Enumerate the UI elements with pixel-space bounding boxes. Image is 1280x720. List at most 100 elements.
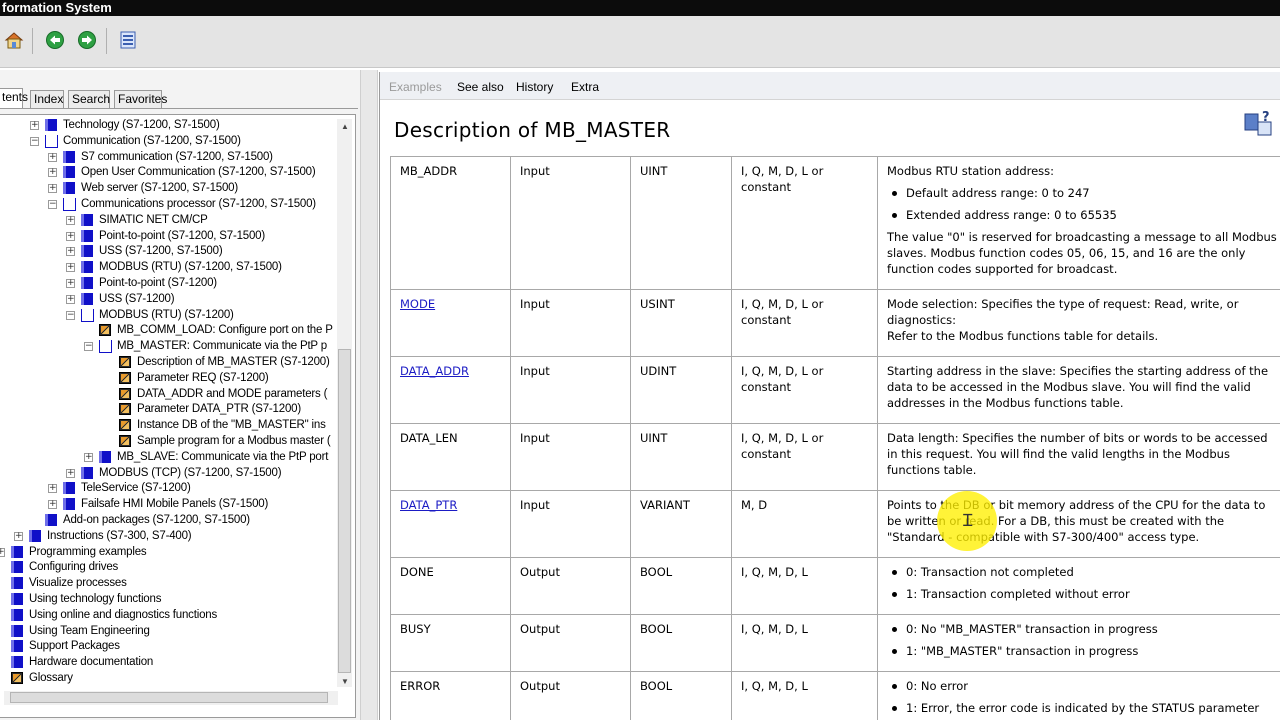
expand-icon[interactable]: + xyxy=(14,531,23,541)
collapse-icon[interactable]: − xyxy=(30,136,39,146)
scroll-up-icon[interactable]: ▲ xyxy=(341,122,349,131)
tree-item[interactable]: Using technology functions xyxy=(0,591,336,607)
tree-item[interactable]: + Programming examples xyxy=(0,544,336,560)
expand-icon[interactable]: + xyxy=(0,547,5,557)
tree-item[interactable]: + Web server (S7-1200, S7-1500) xyxy=(0,180,336,196)
collapse-icon[interactable]: − xyxy=(66,310,75,320)
tree-item[interactable]: + MB_SLAVE: Communicate via the PtP port xyxy=(0,449,336,465)
expand-icon[interactable]: + xyxy=(66,263,75,273)
data-type-cell: USINT xyxy=(630,290,731,356)
tab-extra[interactable]: Extra xyxy=(571,80,599,94)
tree-item[interactable]: Parameter DATA_PTR (S7-1200) xyxy=(0,401,336,417)
tree-item[interactable]: Add-on packages (S7-1200, S7-1500) xyxy=(0,512,336,528)
expand-icon[interactable]: + xyxy=(48,484,57,494)
tree-item[interactable]: Support Packages xyxy=(0,638,336,654)
param-name-link[interactable]: DATA_PTR xyxy=(400,498,457,512)
tree-item-label: Using Team Engineering xyxy=(29,624,150,637)
tree-item[interactable]: DATA_ADDR and MODE parameters ( xyxy=(0,386,336,402)
description-cell: Mode selection: Specifies the type of re… xyxy=(877,290,1280,356)
tree-item[interactable]: − MODBUS (RTU) (S7-1200) xyxy=(0,307,336,323)
book-icon xyxy=(11,593,23,605)
description-text: Starting address in the slave: Specifies… xyxy=(887,364,1269,410)
param-name-link[interactable]: DATA_ADDR xyxy=(400,364,469,378)
tree-item[interactable]: Instance DB of the "MB_MASTER" ins xyxy=(0,417,336,433)
tree-item[interactable]: − MB_MASTER: Communicate via the PtP p xyxy=(0,338,336,354)
tree-item[interactable]: + USS (S7-1200) xyxy=(0,291,336,307)
tree-item[interactable]: + Failsafe HMI Mobile Panels (S7-1500) xyxy=(0,496,336,512)
expand-icon[interactable]: + xyxy=(66,215,75,225)
home-button[interactable] xyxy=(3,29,25,51)
print-button[interactable] xyxy=(117,29,139,51)
document-tabs: Examples See also History Extra xyxy=(380,72,1280,100)
tree-item-label: Add-on packages (S7-1200, S7-1500) xyxy=(63,514,250,526)
expand-icon[interactable]: + xyxy=(30,121,39,130)
scroll-down-icon[interactable]: ▼ xyxy=(341,677,349,686)
tree-item-label: Parameter REQ (S7-1200) xyxy=(137,371,269,384)
tree-item-label: Sample program for a Modbus master ( xyxy=(137,435,331,447)
tree-item[interactable]: + MODBUS (RTU) (S7-1200, S7-1500) xyxy=(0,259,336,275)
expand-icon[interactable]: + xyxy=(66,231,75,241)
list-item: 1: Transaction completed without error xyxy=(887,586,1280,602)
tab-contents[interactable]: tents xyxy=(0,88,28,108)
tree-item[interactable]: + SIMATIC NET CM/CP xyxy=(0,212,336,228)
expand-icon[interactable]: + xyxy=(66,247,75,257)
param-name-link[interactable]: MODE xyxy=(400,297,435,311)
tree-item[interactable]: + Point-to-point (S7-1200, S7-1500) xyxy=(0,228,336,244)
tab-history[interactable]: History xyxy=(516,80,553,94)
tree-horizontal-scroll-thumb[interactable] xyxy=(10,692,328,703)
tab-examples[interactable]: Examples xyxy=(389,80,442,94)
book-icon xyxy=(45,119,57,131)
tree-item[interactable]: + Point-to-point (S7-1200) xyxy=(0,275,336,291)
print-icon xyxy=(120,31,136,49)
expand-icon[interactable]: + xyxy=(66,279,75,288)
tree-item[interactable]: Using online and diagnostics functions xyxy=(0,607,336,623)
tree-item[interactable]: Using Team Engineering xyxy=(0,623,336,639)
tree-item[interactable]: + Instructions (S7-300, S7-400) xyxy=(0,528,336,544)
tree-item-label: MB_MASTER: Communicate via the PtP p xyxy=(117,340,327,353)
expand-icon[interactable]: + xyxy=(48,184,57,194)
tree-item[interactable]: + TeleService (S7-1200) xyxy=(0,480,336,496)
tree-item[interactable]: Hardware documentation xyxy=(0,654,336,670)
tree-item-label: MODBUS (RTU) (S7-1200) xyxy=(99,308,234,321)
forward-button[interactable] xyxy=(76,29,98,51)
expand-icon[interactable]: + xyxy=(66,294,75,304)
tree-item[interactable]: Glossary xyxy=(0,670,336,686)
book-icon xyxy=(11,624,23,637)
tab-search[interactable]: Search xyxy=(68,90,110,108)
param-name-cell: DATA_LEN xyxy=(390,424,510,490)
tree-item[interactable]: Visualize processes xyxy=(0,575,336,591)
declaration-cell: Output xyxy=(510,672,630,720)
expand-icon[interactable]: + xyxy=(66,468,75,478)
tree-item[interactable]: Sample program for a Modbus master ( xyxy=(0,433,336,449)
tab-favorites[interactable]: Favorites xyxy=(114,90,167,108)
collapse-icon[interactable]: − xyxy=(48,200,57,209)
tree-item-selected[interactable]: Description of MB_MASTER (S7-1200) xyxy=(0,354,336,370)
tab-index[interactable]: Index xyxy=(30,90,64,108)
expand-icon[interactable]: + xyxy=(84,452,93,462)
tree-vertical-scroll-thumb[interactable] xyxy=(338,349,351,673)
tree-item[interactable]: − Communication (S7-1200, S7-1500) xyxy=(0,133,336,149)
tree-item[interactable]: Parameter REQ (S7-1200) xyxy=(0,370,336,386)
tree-item[interactable]: + MODBUS (TCP) (S7-1200, S7-1500) xyxy=(0,465,336,481)
expand-icon[interactable]: + xyxy=(48,500,57,510)
tree-item[interactable]: + S7 communication (S7-1200, S7-1500) xyxy=(0,149,336,165)
declaration-cell: Output xyxy=(510,615,630,671)
memory-area-cell: M, D xyxy=(731,491,877,557)
tree-item[interactable]: − Communications processor (S7-1200, S7-1… xyxy=(0,196,336,212)
tree-item[interactable]: MB_COMM_LOAD: Configure port on the P xyxy=(0,322,336,338)
open-book-icon xyxy=(81,308,95,322)
tree-item-label: TeleService (S7-1200) xyxy=(81,482,191,495)
help-button[interactable]: ? xyxy=(1244,108,1274,138)
tree-item[interactable]: + Technology (S7-1200, S7-1500) xyxy=(0,117,336,133)
tab-see-also[interactable]: See also xyxy=(457,80,504,94)
collapse-icon[interactable]: − xyxy=(84,342,93,352)
table-row: DATA_ADDR Input UDINT I, Q, M, D, L or cons… xyxy=(390,356,1280,423)
back-button[interactable] xyxy=(44,29,66,51)
expand-icon[interactable]: + xyxy=(48,168,57,178)
tree-item[interactable]: + USS (S7-1200, S7-1500) xyxy=(0,243,336,259)
expand-icon[interactable]: + xyxy=(48,152,57,162)
tree-item[interactable]: + Open User Communication (S7-1200, S7-15… xyxy=(0,164,336,180)
tree-item-label: Description of MB_MASTER (S7-1200) xyxy=(137,356,330,368)
tree-item[interactable]: Configuring drives xyxy=(0,559,336,575)
pane-splitter[interactable] xyxy=(360,70,378,720)
